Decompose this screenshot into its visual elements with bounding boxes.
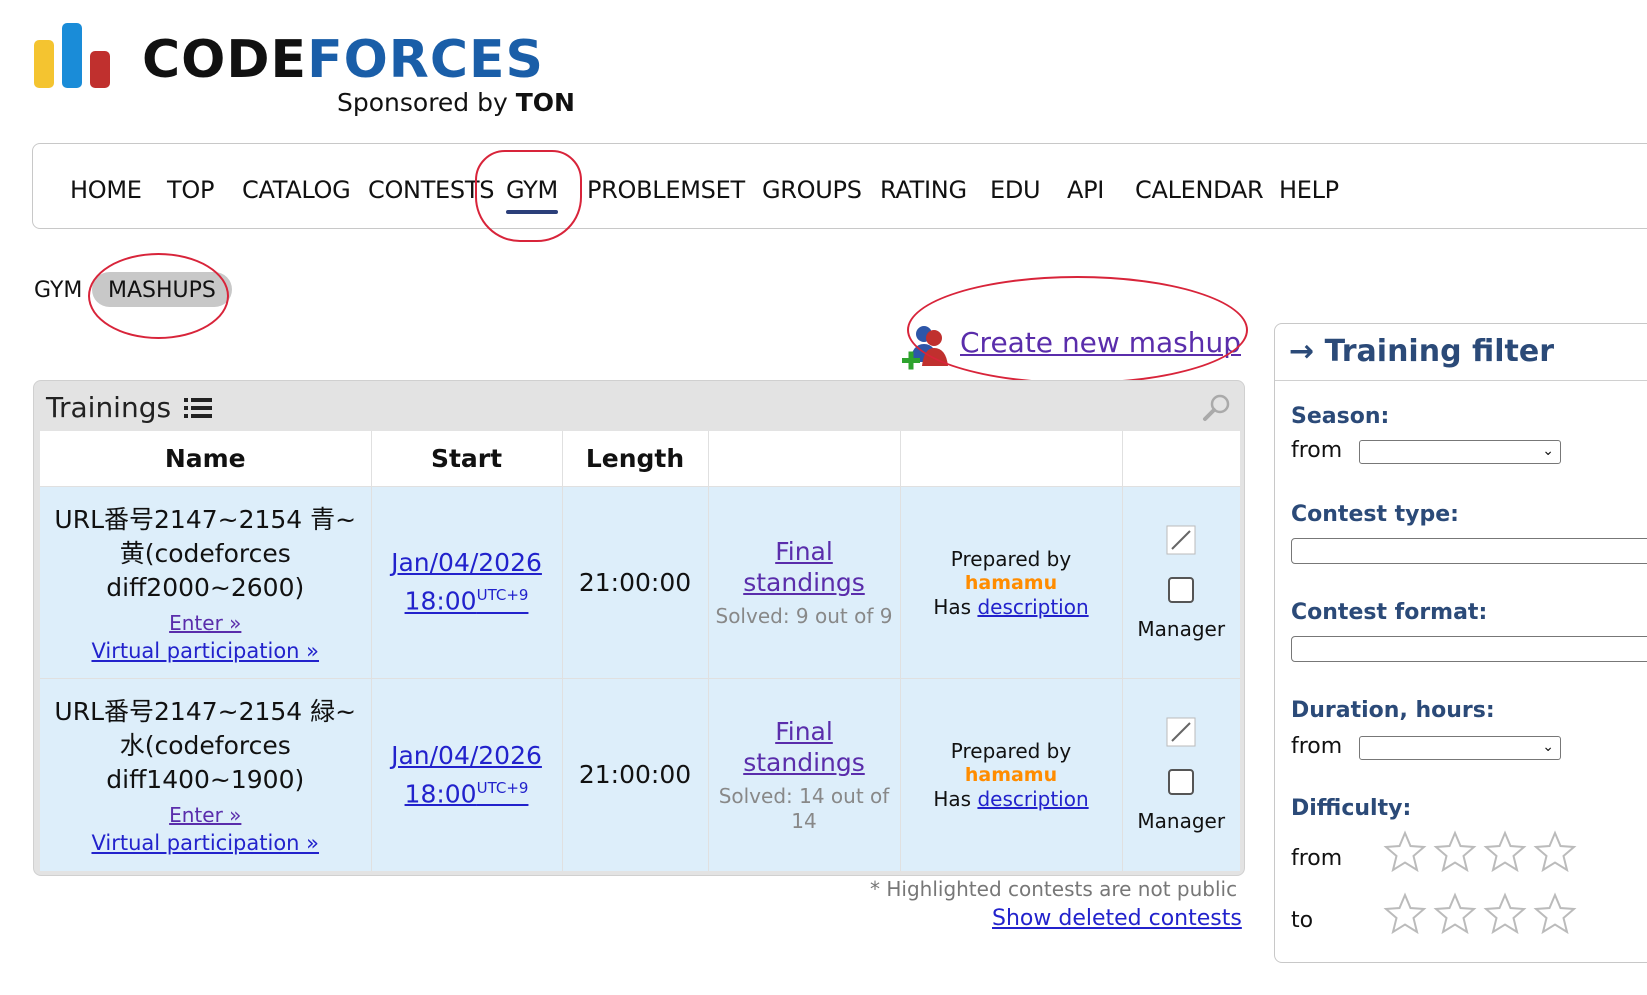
highlight-note: * Highlighted contests are not public bbox=[870, 877, 1238, 901]
length-cell: 21:00:00 bbox=[562, 678, 709, 871]
col-manager bbox=[1122, 431, 1240, 487]
season-from-select[interactable]: ⌄ bbox=[1359, 440, 1561, 464]
trainings-panel: Trainings Name Start Length URL番号2147~21… bbox=[33, 380, 1245, 876]
season-from-label: from bbox=[1291, 438, 1343, 463]
star-icon[interactable] bbox=[1383, 830, 1427, 874]
standings-cell: Final standings Solved: 9 out of 9 bbox=[708, 486, 901, 679]
menu-groups[interactable]: GROUPS bbox=[762, 176, 862, 204]
edit-icon[interactable] bbox=[1166, 717, 1196, 747]
main-menu: HOME TOP CATALOG CONTESTS GYM PROBLEMSET… bbox=[32, 143, 1647, 229]
description-link[interactable]: description bbox=[977, 787, 1088, 811]
edit-icon[interactable] bbox=[1166, 525, 1196, 555]
chevron-down-icon: ⌄ bbox=[1542, 443, 1554, 459]
star-icon[interactable] bbox=[1483, 830, 1527, 874]
manager-cell: Manager bbox=[1122, 486, 1240, 679]
length-cell: 21:00:00 bbox=[562, 486, 709, 679]
col-start: Start bbox=[371, 431, 563, 487]
final-standings-link[interactable]: Final standings bbox=[715, 716, 894, 778]
star-icon[interactable] bbox=[1533, 830, 1577, 874]
menu-home[interactable]: HOME bbox=[70, 176, 142, 204]
final-standings-link[interactable]: Final standings bbox=[715, 536, 894, 598]
start-date-link[interactable]: Jan/04/2026 18:00UTC+9 bbox=[378, 547, 556, 617]
list-icon[interactable] bbox=[184, 397, 212, 419]
col-standings bbox=[708, 431, 901, 487]
trainings-title: Trainings bbox=[46, 391, 172, 424]
contest-type-label: Contest type: bbox=[1291, 502, 1459, 527]
table-row: URL番号2147~2154 青~黄(codeforces diff2000~2… bbox=[40, 486, 1240, 679]
menu-edu[interactable]: EDU bbox=[990, 176, 1041, 204]
solved-count: Solved: 9 out of 9 bbox=[715, 604, 893, 628]
start-date-link[interactable]: Jan/04/2026 18:00UTC+9 bbox=[378, 740, 556, 810]
create-mashup-highlight-circle bbox=[907, 276, 1248, 384]
enter-link[interactable]: Enter » bbox=[46, 803, 365, 827]
author-cell: Prepared by hamamu Has description bbox=[900, 678, 1123, 871]
logo-bars-icon bbox=[32, 20, 122, 90]
standings-cell: Final standings Solved: 14 out of 14 bbox=[708, 678, 901, 871]
menu-calendar[interactable]: CALENDAR bbox=[1135, 176, 1264, 204]
duration-from-label: from bbox=[1291, 734, 1343, 759]
start-cell: Jan/04/2026 18:00UTC+9 bbox=[371, 486, 563, 679]
logo-sponsor: Sponsored by TON bbox=[337, 88, 575, 117]
star-icon[interactable] bbox=[1433, 830, 1477, 874]
star-icon[interactable] bbox=[1383, 892, 1427, 936]
difficulty-label: Difficulty: bbox=[1291, 796, 1412, 821]
training-name: URL番号2147~2154 青~黄(codeforces diff2000~2… bbox=[54, 504, 357, 602]
duration-label: Duration, hours: bbox=[1291, 698, 1495, 723]
star-icon[interactable] bbox=[1533, 892, 1577, 936]
manager-cell: Manager bbox=[1122, 678, 1240, 871]
training-filter-panel: → Training filter Season: from ⌄ Contest… bbox=[1274, 323, 1647, 963]
difficulty-to-label: to bbox=[1291, 908, 1314, 933]
virtual-participation-link[interactable]: Virtual participation » bbox=[46, 639, 365, 663]
star-icon[interactable] bbox=[1483, 892, 1527, 936]
chevron-down-icon: ⌄ bbox=[1542, 739, 1554, 755]
contest-type-input[interactable] bbox=[1291, 538, 1647, 564]
mashups-highlight-circle bbox=[88, 253, 229, 339]
author-link[interactable]: hamamu bbox=[907, 572, 1116, 594]
trainings-table: Name Start Length URL番号2147~2154 青~黄(cod… bbox=[40, 431, 1240, 871]
training-name-cell: URL番号2147~2154 青~黄(codeforces diff2000~2… bbox=[40, 486, 372, 679]
manager-checkbox[interactable] bbox=[1168, 576, 1195, 603]
description-link[interactable]: description bbox=[977, 595, 1088, 619]
enter-link[interactable]: Enter » bbox=[46, 611, 365, 635]
search-icon[interactable] bbox=[1202, 393, 1232, 423]
contest-format-input[interactable] bbox=[1291, 636, 1647, 662]
training-name: URL番号2147~2154 緑~水(codeforces diff1400~1… bbox=[54, 696, 357, 794]
codeforces-logo[interactable]: CODEFORCES Sponsored by TON bbox=[32, 20, 612, 130]
menu-problemset[interactable]: PROBLEMSET bbox=[587, 176, 745, 204]
author-cell: Prepared by hamamu Has description bbox=[900, 486, 1123, 679]
start-cell: Jan/04/2026 18:00UTC+9 bbox=[371, 678, 563, 871]
duration-from-select[interactable]: ⌄ bbox=[1359, 736, 1561, 760]
menu-rating[interactable]: RATING bbox=[880, 176, 967, 204]
author-link[interactable]: hamamu bbox=[907, 764, 1116, 786]
table-row: URL番号2147~2154 緑~水(codeforces diff1400~1… bbox=[40, 678, 1240, 871]
season-label: Season: bbox=[1291, 404, 1390, 429]
solved-count: Solved: 14 out of 14 bbox=[718, 783, 890, 833]
contest-format-label: Contest format: bbox=[1291, 600, 1488, 625]
menu-top[interactable]: TOP bbox=[167, 176, 214, 204]
col-author bbox=[900, 431, 1123, 487]
gym-highlight-circle bbox=[475, 150, 582, 242]
training-filter-title[interactable]: → Training filter bbox=[1289, 334, 1554, 369]
difficulty-to-stars bbox=[1383, 892, 1577, 936]
virtual-participation-link[interactable]: Virtual participation » bbox=[46, 831, 365, 855]
training-name-cell: URL番号2147~2154 緑~水(codeforces diff1400~1… bbox=[40, 678, 372, 871]
table-header-row: Name Start Length bbox=[40, 431, 1240, 487]
col-name: Name bbox=[40, 431, 372, 487]
logo-wordmark: CODEFORCES bbox=[142, 30, 544, 90]
manager-checkbox[interactable] bbox=[1168, 768, 1195, 795]
col-length: Length bbox=[562, 431, 709, 487]
submenu-gym[interactable]: GYM bbox=[34, 278, 82, 303]
star-icon[interactable] bbox=[1433, 892, 1477, 936]
menu-api[interactable]: API bbox=[1067, 176, 1104, 204]
menu-catalog[interactable]: CATALOG bbox=[242, 176, 351, 204]
difficulty-from-label: from bbox=[1291, 846, 1343, 871]
show-deleted-link[interactable]: Show deleted contests bbox=[992, 906, 1242, 931]
filter-divider bbox=[1275, 380, 1647, 381]
menu-help[interactable]: HELP bbox=[1279, 176, 1339, 204]
difficulty-from-stars bbox=[1383, 830, 1577, 874]
